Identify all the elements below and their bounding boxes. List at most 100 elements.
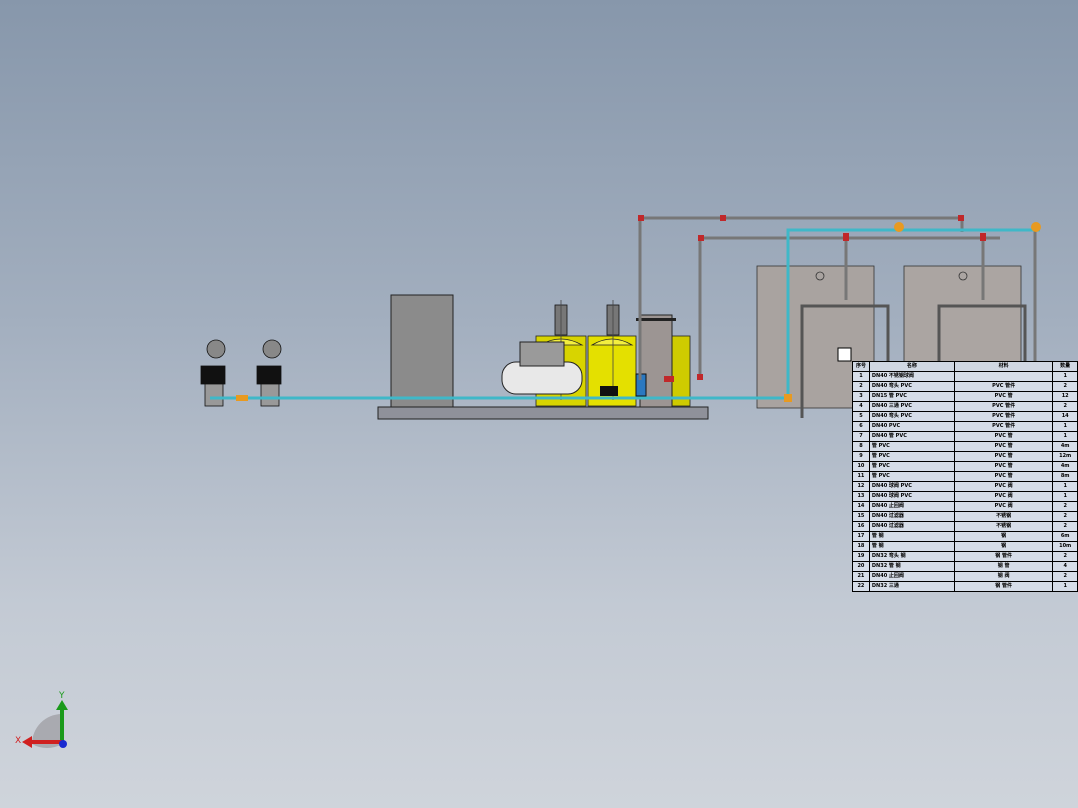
cell-qty: 2: [1052, 501, 1078, 512]
cell-no: 13: [852, 491, 870, 502]
table-row: 18 管 钢钢 10m: [852, 541, 1078, 552]
header-qty: 数量: [1052, 361, 1078, 372]
table-row: 4 DN40 三通 PVC PVC 管件 2: [852, 401, 1078, 412]
cell-qty: 4m: [1052, 461, 1078, 472]
pump-motor: [600, 386, 618, 396]
cell-material: PVC 管: [953, 471, 1054, 482]
header-no: 序号: [852, 361, 870, 372]
move-handle-icon[interactable]: [837, 347, 852, 362]
cell-material: 钢 管件: [953, 551, 1054, 562]
cell-qty: 2: [1052, 511, 1078, 522]
table-row: 9管 PVC PVC 管 12m: [852, 451, 1078, 462]
cell-material: PVC 阀: [953, 481, 1054, 492]
table-row: 7 DN40 管 PVC PVC 管1: [852, 431, 1078, 442]
base-skid: [377, 406, 709, 420]
cell-material: PVC 管件: [953, 401, 1054, 412]
cell-name: 管 钢: [868, 541, 955, 552]
cell-name: DN40 球阀 PVC: [868, 481, 955, 492]
cell-no: 7: [852, 431, 870, 442]
cell-no: 10: [852, 461, 870, 472]
filter-flange: [636, 318, 676, 321]
cell-name: 管 PVC: [868, 451, 955, 462]
cell-qty: 4m: [1052, 441, 1078, 452]
table-row: 1 DN40 不锈钢球阀 1: [852, 371, 1078, 382]
cell-qty: 2: [1052, 401, 1078, 412]
cell-no: 16: [852, 521, 870, 532]
cell-material: PVC 管: [953, 451, 1054, 462]
axis-triad: Y X: [15, 691, 68, 749]
cell-qty: 12m: [1052, 451, 1078, 462]
cell-qty: 1: [1052, 581, 1078, 592]
cell-name: DN15 管 PVC: [868, 391, 955, 402]
cell-qty: 6m: [1052, 531, 1078, 542]
table-row: 21 DN40 止回阀钢 阀2: [852, 571, 1078, 582]
cell-no: 9: [852, 451, 870, 462]
cell-qty: 2: [1052, 381, 1078, 392]
cell-name: DN40 止回阀: [868, 501, 955, 512]
y-axis-arrow: [60, 708, 64, 744]
cell-no: 1: [852, 371, 870, 382]
cell-material: PVC 管: [953, 431, 1054, 442]
cell-qty: 1: [1052, 481, 1078, 492]
x-axis-label: X: [15, 736, 21, 746]
cell-qty: 10m: [1052, 541, 1078, 552]
y-arrow-head: [56, 700, 68, 710]
cell-no: 5: [852, 411, 870, 422]
air-tank: [501, 361, 583, 395]
cell-no: 11: [852, 471, 870, 482]
cell-material: PVC 阀: [953, 501, 1054, 512]
cell-material: 钢 管: [953, 561, 1054, 572]
cell-name: DN40 不锈钢球阀: [868, 371, 955, 382]
table-row: 8管 PVC PVC 管 4m: [852, 441, 1078, 452]
cell-name: DN40 过滤器: [868, 521, 955, 532]
cell-no: 14: [852, 501, 870, 512]
table-row: 10 管 PVC PVC 管 4m: [852, 461, 1078, 472]
table-row: 11 管 PVC PVC 管 8m: [852, 471, 1078, 482]
cell-qty: 14: [1052, 411, 1078, 422]
cell-name: DN40 过滤器: [868, 511, 955, 522]
cell-no: 17: [852, 531, 870, 542]
cell-no: 15: [852, 511, 870, 522]
cell-no: 19: [852, 551, 870, 562]
table-row: 22 DN32 三通钢 管件 1: [852, 581, 1078, 592]
cell-no: 18: [852, 541, 870, 552]
cell-material: 钢 管件: [953, 581, 1054, 592]
cell-no: 12: [852, 481, 870, 492]
cell-material: PVC 管件: [953, 411, 1054, 422]
cell-no: 22: [852, 581, 870, 592]
cell-name: DN32 管 钢: [868, 561, 955, 572]
cell-name: DN40 PVC: [868, 421, 955, 432]
cell-material: 钢 阀: [953, 571, 1054, 582]
table-row: 6 DN40 PVC PVC 管件 1: [852, 421, 1078, 432]
cell-name: DN40 管 PVC: [868, 431, 955, 442]
cell-material: 钢: [953, 541, 1054, 552]
cell-qty: 1: [1052, 491, 1078, 502]
cell-name: 管 PVC: [868, 461, 955, 472]
cell-qty: 2: [1052, 521, 1078, 532]
cell-no: 2: [852, 381, 870, 392]
cell-qty: 4: [1052, 561, 1078, 572]
table-row: 12 DN40 球阀 PVC PVC 阀1: [852, 481, 1078, 492]
table-row: 5 DN40 弯头 PVC PVC 管件 14: [852, 411, 1078, 422]
compressor-box: [519, 341, 565, 367]
cell-name: DN40 弯头 PVC: [868, 411, 955, 422]
cell-no: 8: [852, 441, 870, 452]
bill-of-materials-table: 序号 名称 材料 数量 1 DN40 不锈钢球阀 1 2 DN40 弯头 PVC PVC …: [852, 361, 1078, 592]
cell-name: DN40 弯头 PVC: [868, 381, 955, 392]
table-row: 3 DN15 管 PVC PVC 管 12: [852, 391, 1078, 402]
cell-name: DN40 球阀 PVC: [868, 491, 955, 502]
x-axis-arrow: [30, 740, 62, 744]
header-material: 材料: [953, 361, 1054, 372]
cell-name: DN40 止回阀: [868, 571, 955, 582]
table-header: 序号 名称 材料 数量: [852, 361, 1078, 372]
table-row: 19 DN32 弯头 钢钢 管件 2: [852, 551, 1078, 562]
cell-name: 管 钢: [868, 531, 955, 542]
cell-name: DN40 三通 PVC: [868, 401, 955, 412]
cell-no: 4: [852, 401, 870, 412]
table-row: 13 DN40 球阀 PVC PVC 阀1: [852, 491, 1078, 502]
table-row: 17 管 钢钢 6m: [852, 531, 1078, 542]
cell-material: PVC 管: [953, 441, 1054, 452]
cell-no: 21: [852, 571, 870, 582]
x-arrow-head: [22, 736, 32, 748]
cell-material: [953, 371, 1054, 382]
